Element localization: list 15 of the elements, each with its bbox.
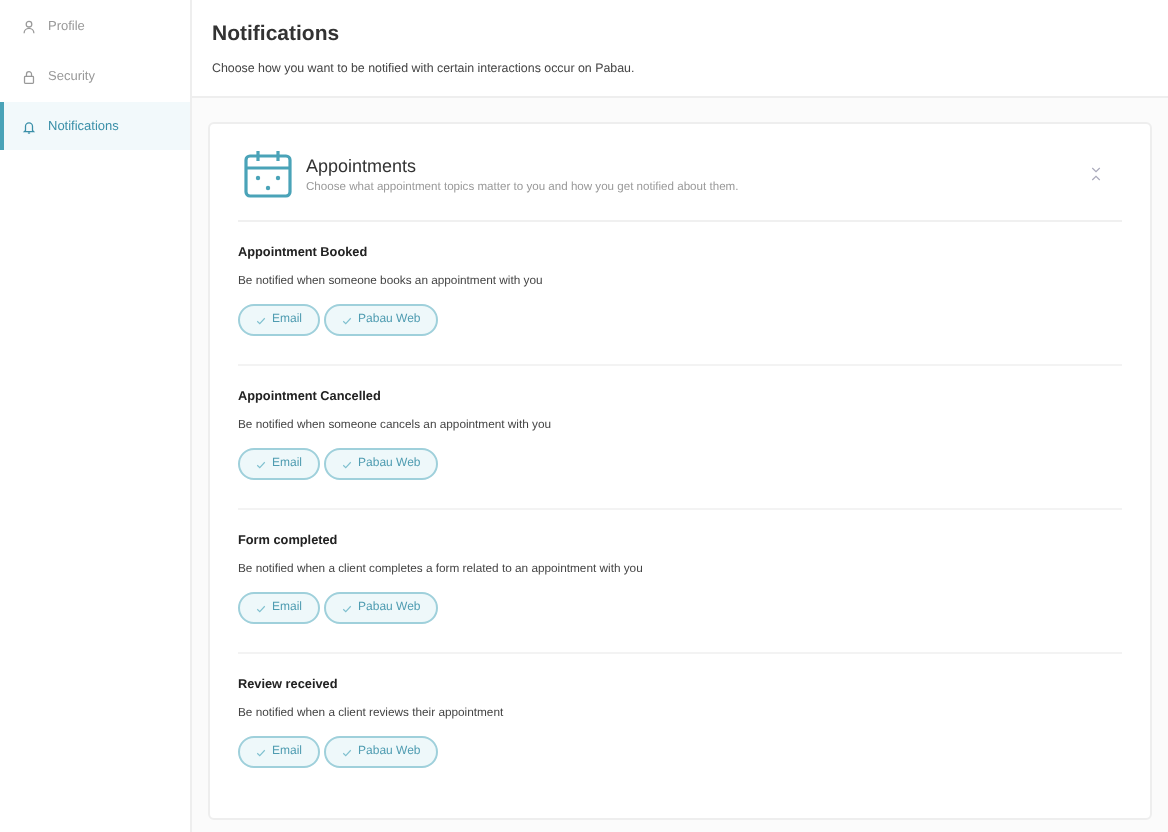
person-icon [22, 19, 36, 33]
card-title: Appointments [306, 155, 419, 175]
check-icon [342, 315, 353, 325]
lock-icon [22, 69, 36, 83]
check-icon [256, 747, 266, 757]
check-icon [256, 459, 266, 469]
check-icon [342, 603, 353, 613]
check-icon [342, 459, 353, 469]
calendar-icon [242, 148, 294, 200]
check-icon [256, 603, 266, 613]
check-icon [256, 315, 266, 325]
collapse-icon[interactable] [1090, 166, 1102, 182]
bell-icon [22, 119, 36, 133]
page-title: Notifications [212, 22, 342, 46]
check-icon [342, 747, 353, 757]
